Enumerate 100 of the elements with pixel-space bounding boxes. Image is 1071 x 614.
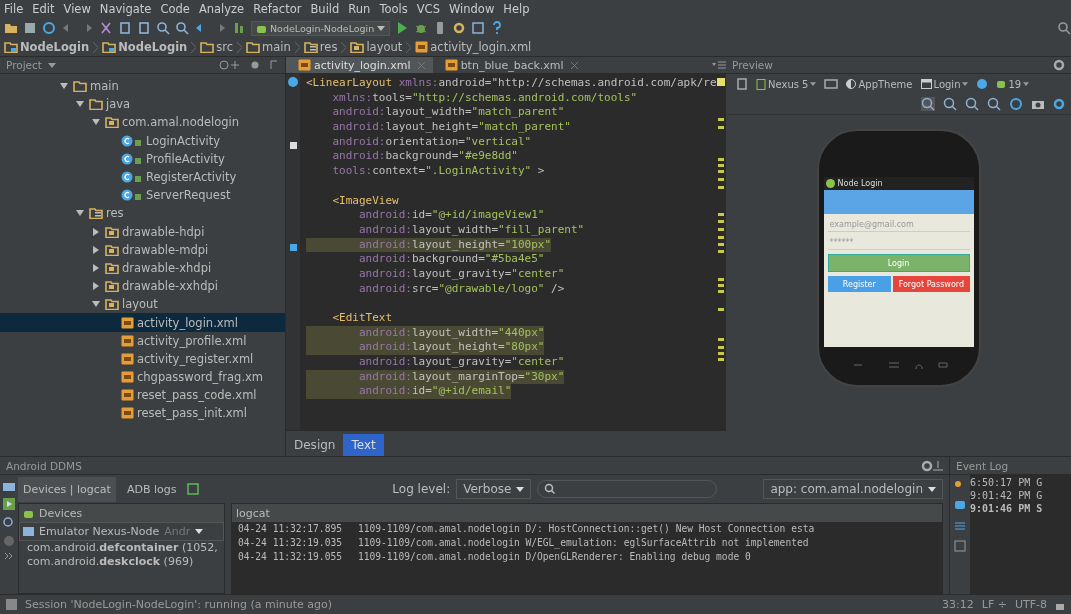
expanded-arrow-icon[interactable] [92,300,100,309]
run-configuration-dropdown[interactable]: NodeLogin-NodeLogin [251,20,391,36]
hide-icon[interactable] [933,460,943,471]
tree-item[interactable]: res [0,204,285,223]
breadcrumb-item[interactable]: NodeLogin [4,40,90,54]
panel-tools-icon[interactable] [219,60,279,70]
menu-item[interactable]: Analyze [198,2,245,16]
api-level-dropdown[interactable]: 19 [996,78,1030,90]
process-item[interactable]: com.android.deskclock (969) [19,555,224,569]
tree-item[interactable]: chgpassword_frag.xm [0,368,285,387]
copy-icon[interactable] [118,21,132,35]
sync-icon[interactable] [42,21,56,35]
menu-item[interactable]: VCS [416,2,440,16]
settings-icon[interactable] [452,21,467,35]
menu-item[interactable]: Tools [379,2,408,16]
editor-tab[interactable]: btn_blue_back.xml [432,57,586,73]
editor-tab[interactable]: activity_login.xml [286,57,433,73]
device-dropdown[interactable]: Emulator Nexus-Node Andr [19,522,224,541]
search-icon[interactable] [1057,21,1071,35]
tree-item[interactable]: drawable-xhdpi [0,258,285,278]
tab-menu-icon[interactable] [712,61,726,69]
search-icon[interactable] [156,21,170,35]
zoom-actual-icon[interactable] [943,97,957,111]
chat-icon[interactable] [954,500,966,512]
folder-icon [105,243,119,256]
line-separator[interactable]: LF ÷ [981,598,1007,611]
zoom-fit-icon[interactable] [921,97,935,111]
device-icon[interactable] [736,78,748,90]
forgot-password-button[interactable]: Forgot Password [893,276,970,292]
caret-icon[interactable] [47,62,56,68]
breadcrumb-item[interactable]: main [246,40,291,54]
activity-dropdown[interactable]: Login [920,78,969,90]
collapsed-arrow-icon[interactable] [92,282,100,291]
tool-tab[interactable]: ADB logs [121,476,182,502]
tree-item[interactable]: layout [0,295,285,314]
panel-title[interactable]: Project [6,59,42,71]
expanded-arrow-icon[interactable] [76,209,84,218]
tree-item[interactable]: ServerRequest [0,186,285,205]
build-icon[interactable] [232,21,246,35]
layout-icon[interactable] [187,483,200,495]
breadcrumb-item[interactable]: activity_login.xml [415,40,532,54]
list-icon[interactable] [954,520,966,532]
breadcrumb-item[interactable]: src [200,40,234,54]
tree-item[interactable]: reset_pass_code.xml [0,386,285,405]
paste-icon[interactable] [137,21,151,35]
device-dropdown[interactable]: Nexus 5 [756,78,817,90]
save-icon[interactable] [23,21,37,35]
cut-icon[interactable] [99,21,113,35]
breadcrumb-item[interactable]: layout [350,40,403,54]
process-item[interactable]: com.android.defcontainer (1052, [19,541,224,555]
tree-item[interactable]: activity_profile.xml [0,331,285,350]
log-level-dropdown[interactable]: Verbose [456,479,532,499]
globe-icon[interactable] [976,78,989,90]
menu-item[interactable]: Build [310,2,340,16]
menu-item[interactable]: Window [448,2,495,16]
play-icon[interactable] [3,498,15,510]
calendar-icon[interactable] [954,540,966,552]
view-mode-tab[interactable]: Text [343,434,384,456]
settings-icon[interactable] [1053,98,1065,110]
camera-icon[interactable] [3,481,15,491]
breadcrumb-item[interactable]: NodeLogin [102,40,188,54]
menu-item[interactable]: File [4,2,24,16]
orientation-icon[interactable] [824,78,839,90]
menu-item[interactable]: Edit [32,2,55,16]
tree-item[interactable]: main [0,77,285,96]
refresh-icon[interactable] [1009,97,1023,111]
tree-item[interactable]: activity_login.xml [0,313,285,332]
tree-item[interactable]: RegisterActivity [0,167,285,187]
tree-item[interactable]: drawable-mdpi [0,240,285,259]
tool-tab[interactable]: Devices | logcat [18,476,116,502]
more-icon[interactable] [5,553,13,559]
theme-dropdown[interactable]: AppTheme [846,78,913,90]
menu-item[interactable]: Refactor [253,2,302,16]
zoom-in-icon[interactable] [965,97,979,111]
menu-item[interactable]: Code [160,2,190,16]
structure-icon[interactable] [471,21,486,35]
breadcrumb-item[interactable]: res [303,40,338,54]
zoom-out-icon[interactable] [987,97,1001,111]
close-icon[interactable] [570,61,578,69]
replace-icon[interactable] [175,21,189,35]
menu-item[interactable]: Navigate [99,2,152,16]
view-mode-tab[interactable]: Design [286,434,344,456]
tree-item[interactable]: activity_register.xml [0,349,285,368]
tree-item[interactable]: drawable-xxhdpi [0,277,285,296]
tree-item[interactable]: java [0,95,285,114]
tree-item[interactable]: reset_pass_init.xml [0,404,285,423]
settings-icon[interactable] [1053,59,1065,71]
menu-item[interactable]: View [63,2,91,16]
menu-item[interactable]: Help [503,2,530,16]
screen-search-icon[interactable] [3,517,15,529]
tree-item[interactable]: com.amal.nodelogin [0,113,285,132]
filter-dropdown[interactable]: app: com.amal.nodelogin [763,479,943,499]
folder-icon[interactable] [4,21,18,35]
menu-item[interactable]: Run [348,2,371,16]
settings-icon[interactable] [921,459,933,472]
folder-icon [4,41,18,53]
tree-item[interactable]: ProfileActivity [0,149,285,168]
tree-item[interactable]: LoginActivity [0,131,285,150]
tree-item[interactable]: drawable-hdpi [0,222,285,241]
file-encoding[interactable]: UTF-8 [1014,598,1047,611]
